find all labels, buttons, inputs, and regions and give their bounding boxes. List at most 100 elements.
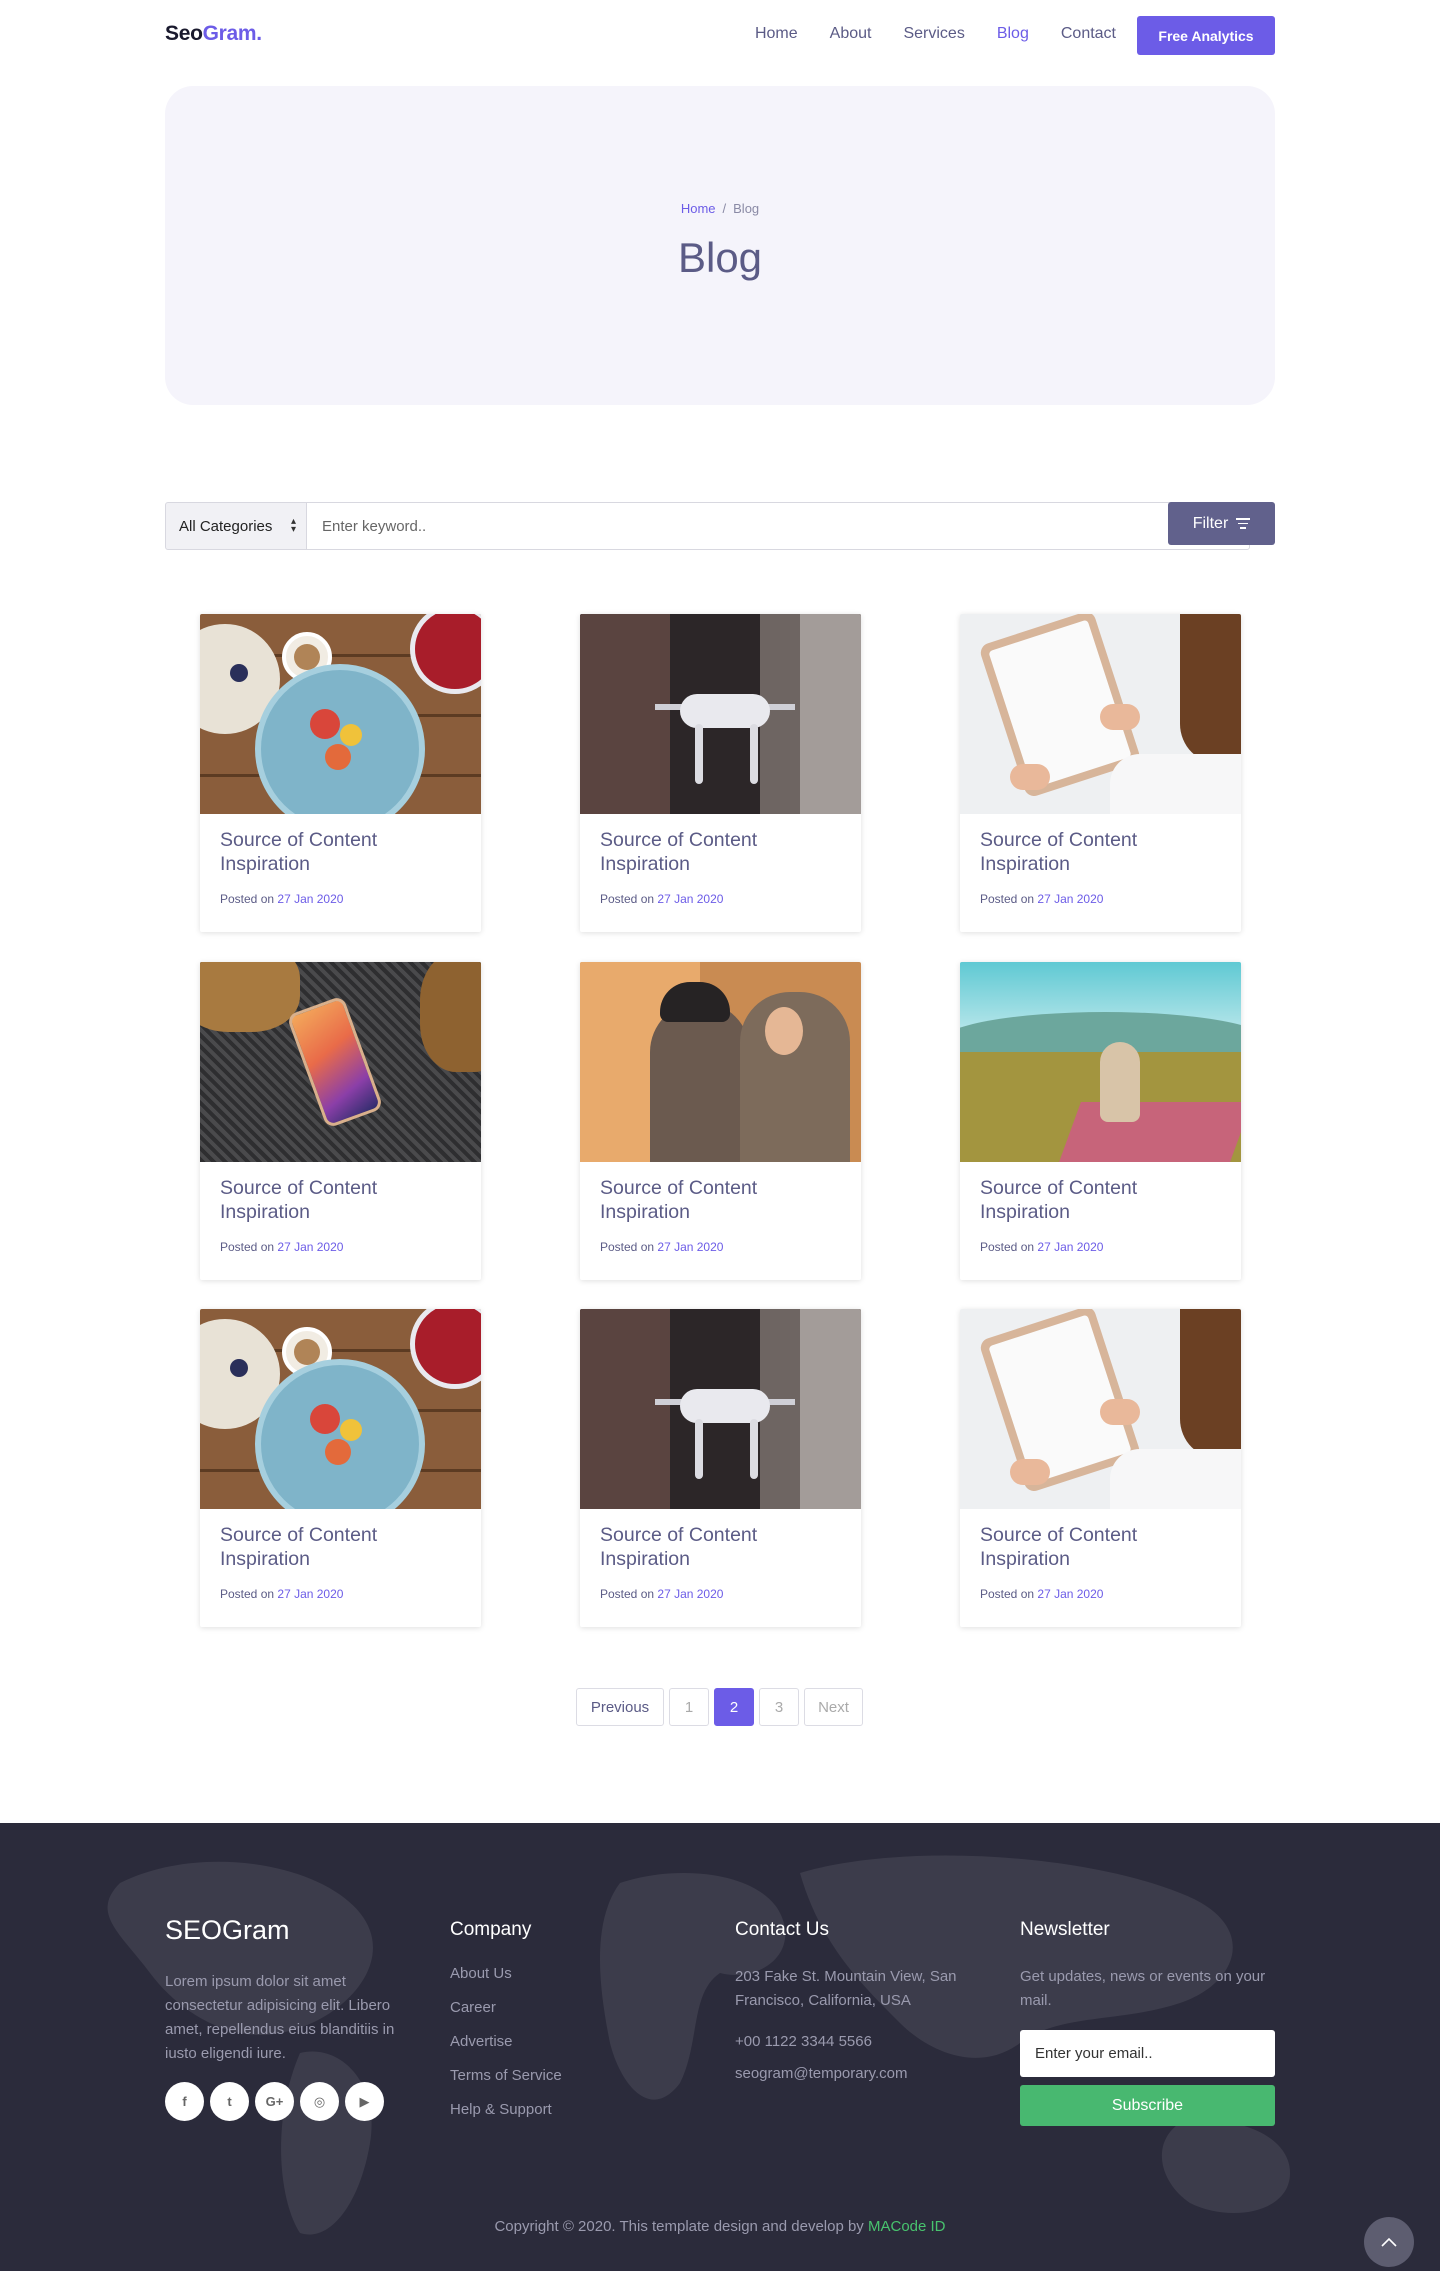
copyright-text: Copyright © 2020. This template design a… [494, 2218, 864, 2235]
post-card[interactable]: Source of Content Inspiration Posted on … [960, 962, 1241, 1280]
footer: SEOGram Lorem ipsum dolor sit amet conse… [0, 1823, 1440, 2271]
posted-prefix: Posted on [980, 892, 1035, 906]
post-date[interactable]: 27 Jan 2020 [1037, 892, 1103, 906]
filter-label: Filter [1192, 514, 1229, 532]
posted-prefix: Posted on [600, 1240, 655, 1254]
drone-photo[interactable] [580, 614, 861, 814]
navbar: SeoGram. Home About Services Blog Contac… [0, 0, 1440, 70]
pagination-page-2[interactable]: 2 [714, 1688, 754, 1726]
picnic-photo[interactable] [960, 962, 1241, 1162]
breadcrumb-home[interactable]: Home [681, 201, 716, 216]
post-date[interactable]: 27 Jan 2020 [1037, 1587, 1103, 1601]
phone-photo[interactable] [200, 962, 481, 1162]
category-select-value: All Categories [179, 517, 273, 535]
brand-part2: Gram. [202, 22, 263, 45]
post-title[interactable]: Source of Content Inspiration [980, 1523, 1225, 1571]
copyright-link[interactable]: MACode ID [868, 2218, 946, 2235]
breadcrumb-separator: / [722, 201, 727, 216]
keyword-search-input[interactable] [306, 502, 1250, 550]
post-card[interactable]: Source of Content Inspiration Posted on … [200, 1309, 481, 1627]
posted-prefix: Posted on [600, 1587, 655, 1601]
tablet-photo[interactable] [960, 1309, 1241, 1509]
twitter-icon[interactable]: t [210, 2082, 249, 2121]
post-meta: Posted on 27 Jan 2020 [980, 1240, 1103, 1254]
tablet-photo[interactable] [960, 614, 1241, 814]
post-card[interactable]: Source of Content Inspiration Posted on … [200, 962, 481, 1280]
post-date[interactable]: 27 Jan 2020 [657, 892, 723, 906]
pagination-page-1[interactable]: 1 [669, 1688, 709, 1726]
food-photo[interactable] [200, 614, 481, 814]
posted-prefix: Posted on [980, 1587, 1035, 1601]
pagination-next[interactable]: Next [804, 1688, 863, 1726]
back-to-top-button[interactable] [1364, 2217, 1414, 2267]
posted-prefix: Posted on [980, 1240, 1035, 1254]
brand-part1: Seo [165, 22, 203, 45]
footer-brand: SEOGram [165, 1915, 290, 1945]
search-bar: All Categories ▴▾ Filter [165, 502, 1275, 550]
facebook-icon[interactable]: f [165, 2082, 204, 2121]
post-card[interactable]: Source of Content Inspiration Posted on … [200, 614, 481, 932]
contact-phone[interactable]: +00 1122 3344 5566 [735, 2033, 990, 2050]
pagination-previous[interactable]: Previous [576, 1688, 664, 1726]
nav-link-services[interactable]: Services [903, 25, 964, 43]
post-card[interactable]: Source of Content Inspiration Posted on … [960, 1309, 1241, 1627]
nav-link-blog[interactable]: Blog [997, 25, 1029, 43]
footer-link-advertise[interactable]: Advertise [450, 2033, 562, 2050]
footer-link-career[interactable]: Career [450, 1999, 562, 2016]
nav-menu: Home About Services Blog Contact [755, 25, 1116, 43]
footer-link-terms[interactable]: Terms of Service [450, 2067, 562, 2084]
instagram-icon[interactable]: ◎ [300, 2082, 339, 2121]
post-date[interactable]: 27 Jan 2020 [1037, 1240, 1103, 1254]
post-date[interactable]: 27 Jan 2020 [277, 892, 343, 906]
post-meta: Posted on 27 Jan 2020 [980, 1587, 1103, 1601]
newsletter-heading: Newsletter [1020, 1919, 1110, 1940]
food-photo[interactable] [200, 1309, 481, 1509]
footer-link-about-us[interactable]: About Us [450, 1965, 562, 1982]
subscribe-button[interactable]: Subscribe [1020, 2085, 1275, 2126]
footer-link-help[interactable]: Help & Support [450, 2101, 562, 2118]
posted-prefix: Posted on [220, 1587, 275, 1601]
nav-link-home[interactable]: Home [755, 25, 798, 43]
post-date[interactable]: 27 Jan 2020 [657, 1587, 723, 1601]
youtube-icon[interactable]: ▶ [345, 2082, 384, 2121]
company-links: About Us Career Advertise Terms of Servi… [450, 1965, 562, 2118]
pagination-page-3[interactable]: 3 [759, 1688, 799, 1726]
post-date[interactable]: 27 Jan 2020 [277, 1587, 343, 1601]
post-date[interactable]: 27 Jan 2020 [277, 1240, 343, 1254]
newsletter-email-input[interactable] [1020, 2030, 1275, 2077]
post-date[interactable]: 27 Jan 2020 [657, 1240, 723, 1254]
breadcrumb-current: Blog [733, 201, 760, 216]
post-card[interactable]: Source of Content Inspiration Posted on … [580, 1309, 861, 1627]
filter-button[interactable]: Filter [1168, 502, 1275, 545]
post-meta: Posted on 27 Jan 2020 [600, 1240, 723, 1254]
drone-photo[interactable] [580, 1309, 861, 1509]
footer-contact: Contact Us 203 Fake St. Mountain View, S… [735, 1919, 990, 2082]
newsletter-text: Get updates, news or events on your mail… [1020, 1968, 1266, 2009]
post-title[interactable]: Source of Content Inspiration [600, 1176, 845, 1224]
brand-logo[interactable]: SeoGram. [165, 22, 262, 46]
filter-icon [1236, 518, 1251, 529]
footer-about: SEOGram Lorem ipsum dolor sit amet conse… [165, 1915, 420, 2121]
nav-link-about[interactable]: About [830, 25, 872, 43]
post-title[interactable]: Source of Content Inspiration [980, 1176, 1225, 1224]
post-card[interactable]: Source of Content Inspiration Posted on … [580, 962, 861, 1280]
post-card[interactable]: Source of Content Inspiration Posted on … [580, 614, 861, 932]
category-select[interactable]: All Categories ▴ ▾ [165, 502, 307, 550]
post-title[interactable]: Source of Content Inspiration [220, 1176, 465, 1224]
post-card[interactable]: Source of Content Inspiration Posted on … [960, 614, 1241, 932]
post-title[interactable]: Source of Content Inspiration [600, 1523, 845, 1571]
post-title[interactable]: Source of Content Inspiration [600, 828, 845, 876]
google-plus-icon[interactable]: G+ [255, 2082, 294, 2121]
nav-link-contact[interactable]: Contact [1061, 25, 1116, 43]
post-title[interactable]: Source of Content Inspiration [980, 828, 1225, 876]
company-heading: Company [450, 1919, 532, 1940]
posted-prefix: Posted on [600, 892, 655, 906]
free-analytics-button[interactable]: Free Analytics [1137, 16, 1275, 55]
post-title[interactable]: Source of Content Inspiration [220, 1523, 465, 1571]
post-meta: Posted on 27 Jan 2020 [220, 892, 343, 906]
select-caret-icon: ▴ ▾ [290, 516, 296, 535]
post-title[interactable]: Source of Content Inspiration [220, 828, 465, 876]
contact-email[interactable]: seogram@temporary.com [735, 2065, 990, 2082]
people-photo[interactable] [580, 962, 861, 1162]
post-meta: Posted on 27 Jan 2020 [600, 1587, 723, 1601]
